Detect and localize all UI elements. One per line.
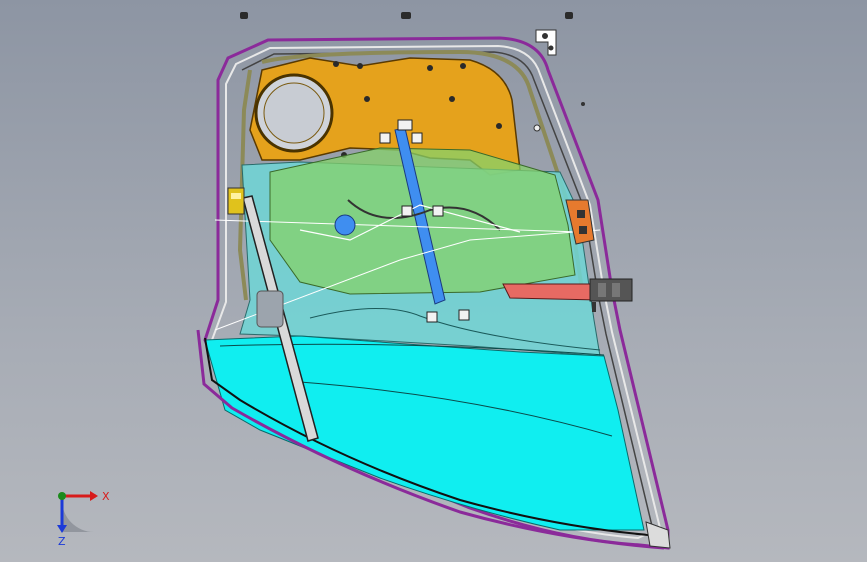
speaker-grille-box xyxy=(256,290,284,328)
x-axis-label: X xyxy=(102,490,110,503)
y-axis-origin xyxy=(58,492,66,500)
z-axis-label: Z xyxy=(58,535,66,548)
front-latch-clip xyxy=(227,187,245,215)
cad-3d-viewport[interactable]: X Z xyxy=(0,0,867,562)
